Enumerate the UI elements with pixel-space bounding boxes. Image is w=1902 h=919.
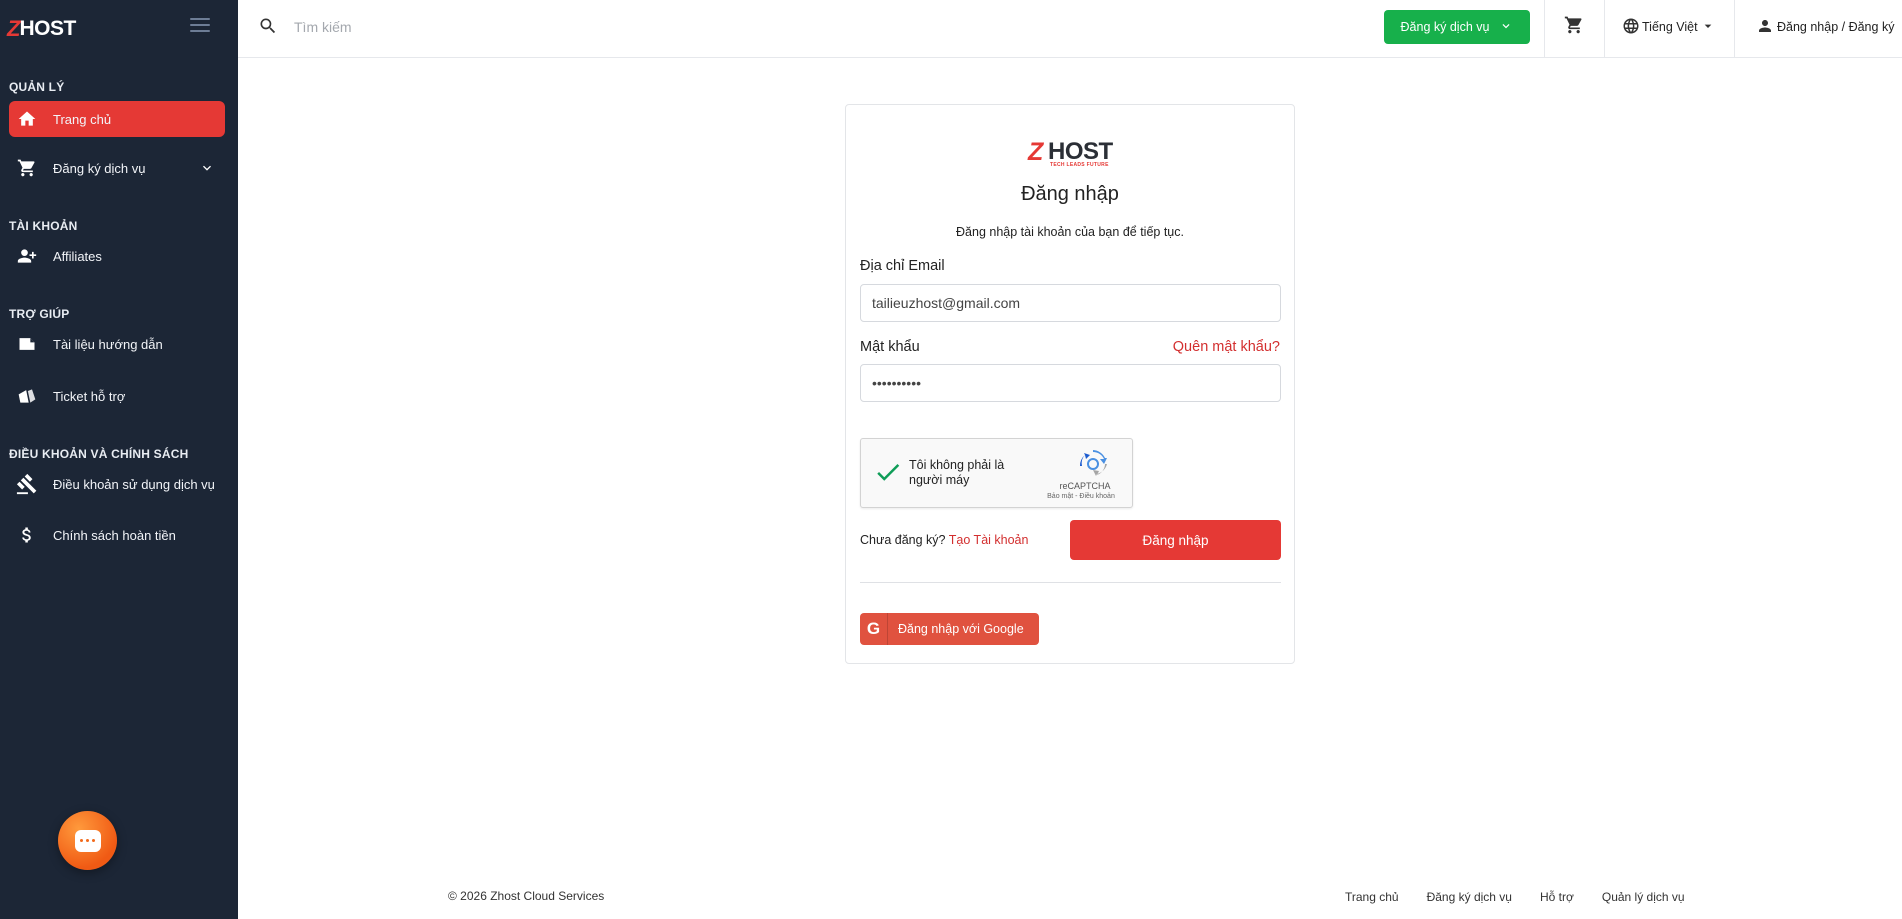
footer-links: Trang chủ Đăng ký dịch vụ Hỗ trợ Quản lý… — [1345, 890, 1685, 904]
sidebar-item-label: Ticket hỗ trợ — [53, 388, 126, 404]
signup-prompt-text: Chưa đăng ký? — [860, 533, 946, 547]
register-service-label: Đăng ký dịch vụ — [1400, 20, 1490, 34]
brand-logo-z: Z — [7, 16, 20, 41]
caret-down-icon — [1700, 18, 1716, 37]
language-selector[interactable]: Tiếng Việt — [1622, 15, 1716, 39]
footer-link-home[interactable]: Trang chủ — [1345, 890, 1399, 904]
divider — [1734, 0, 1735, 58]
sidebar-item-support-ticket[interactable]: Ticket hỗ trợ — [9, 378, 225, 414]
google-login-button[interactable]: G Đăng nhập với Google — [860, 613, 1039, 645]
cart-icon — [15, 156, 39, 180]
card-logo: Z HOST TECH LEADS FUTURE — [1028, 138, 1118, 168]
sidebar-item-label: Tài liệu hướng dẫn — [53, 336, 163, 352]
sidebar-item-label: Affiliates — [53, 248, 102, 264]
language-label: Tiếng Việt — [1642, 20, 1698, 34]
sidebar-item-home[interactable]: Trang chủ — [9, 101, 225, 137]
login-card: Z HOST TECH LEADS FUTURE Đăng nhập Đăng … — [845, 104, 1295, 664]
google-login-label: Đăng nhập với Google — [898, 622, 1024, 636]
card-logo-z: Z — [1028, 138, 1044, 166]
add-user-icon — [15, 244, 39, 268]
chat-bubble-icon — [74, 829, 101, 852]
gavel-icon — [15, 472, 39, 496]
card-logo-tagline: TECH LEADS FUTURE — [1050, 162, 1109, 168]
globe-icon — [1622, 17, 1640, 38]
sidebar-item-label: Điều khoản sử dụng dịch vụ — [53, 476, 215, 492]
captcha-label: Tôi không phải là người máy — [909, 458, 1005, 487]
divider — [1544, 0, 1545, 58]
home-icon — [15, 107, 39, 131]
search-icon[interactable] — [258, 16, 278, 36]
brand-logo-host: HOST — [19, 17, 76, 40]
sidebar-item-register-service[interactable]: Đăng ký dịch vụ — [9, 150, 225, 186]
sidebar-item-terms-of-service[interactable]: Điều khoản sử dụng dịch vụ — [9, 466, 225, 502]
search-input[interactable] — [294, 14, 714, 40]
section-title-account: TÀI KHOẢN — [9, 219, 78, 233]
email-label: Địa chỉ Email — [860, 258, 945, 274]
forgot-password-link[interactable]: Quên mật khẩu? — [1173, 339, 1280, 355]
login-register-link[interactable]: Đăng nhập / Đăng ký — [1756, 15, 1894, 39]
password-field[interactable] — [860, 364, 1281, 402]
captcha-brand: reCAPTCHA — [1059, 481, 1111, 491]
email-field[interactable] — [860, 284, 1281, 322]
chat-button[interactable] — [58, 811, 117, 870]
section-title-management: QUẢN LÝ — [9, 80, 65, 94]
sidebar-item-label: Trang chủ — [53, 111, 112, 127]
login-register-label: Đăng nhập / Đăng ký — [1777, 20, 1895, 34]
sidebar-item-label: Chính sách hoàn tiền — [53, 527, 176, 543]
divider — [860, 582, 1281, 583]
password-label: Mật khẩu — [860, 339, 920, 355]
sidebar-item-documentation[interactable]: Tài liệu hướng dẫn — [9, 326, 225, 362]
chevron-down-icon — [1499, 19, 1513, 36]
cart-button[interactable] — [1560, 14, 1588, 40]
signup-prompt: Chưa đăng ký? Tạo Tài khoản — [860, 533, 1028, 547]
sidebar-item-affiliates[interactable]: Affiliates — [9, 238, 225, 274]
footer-link-support[interactable]: Hỗ trợ — [1540, 890, 1574, 904]
recaptcha-widget: Tôi không phải là người máy reCAPTCHA Bả… — [860, 438, 1133, 508]
sidebar: Z HOST QUẢN LÝ Trang chủ Đăng ký dịch vụ … — [0, 0, 238, 919]
footer-link-register-service[interactable]: Đăng ký dịch vụ — [1427, 890, 1512, 904]
section-title-terms: ĐIỀU KHOẢN VÀ CHÍNH SÁCH — [9, 447, 189, 461]
page-subtitle: Đăng nhập tài khoản của bạn để tiếp tục. — [956, 225, 1184, 239]
topbar: Đăng ký dịch vụ Tiếng Việt Đăng nhập / Đ… — [238, 0, 1902, 58]
captcha-checkmark-icon[interactable] — [873, 457, 903, 487]
sidebar-item-label: Đăng ký dịch vụ — [53, 160, 146, 176]
login-button[interactable]: Đăng nhập — [1070, 520, 1281, 560]
google-icon: G — [860, 613, 888, 645]
section-title-support: TRỢ GIÚP — [9, 307, 70, 321]
captcha-terms-link[interactable]: Bảo mật - Điều khoản — [1031, 493, 1131, 500]
sidebar-item-refund-policy[interactable]: Chính sách hoàn tiền — [9, 517, 225, 553]
footer-link-manage-service[interactable]: Quản lý dịch vụ — [1602, 890, 1685, 904]
divider — [1604, 0, 1605, 58]
chevron-down-icon — [199, 160, 215, 176]
document-icon — [15, 332, 39, 356]
ticket-icon — [15, 384, 39, 408]
register-service-button[interactable]: Đăng ký dịch vụ — [1384, 10, 1530, 44]
create-account-link[interactable]: Tạo Tài khoản — [949, 533, 1029, 547]
recaptcha-logo-icon — [1077, 448, 1109, 480]
page-title: Đăng nhập — [1021, 183, 1119, 205]
brand-logo[interactable]: Z HOST — [7, 16, 76, 41]
cart-icon — [1564, 15, 1584, 40]
dollar-icon — [15, 523, 39, 547]
footer-copyright: © 2026 Zhost Cloud Services — [448, 889, 605, 903]
user-icon — [1756, 17, 1774, 38]
menu-toggle-icon[interactable] — [190, 18, 210, 34]
